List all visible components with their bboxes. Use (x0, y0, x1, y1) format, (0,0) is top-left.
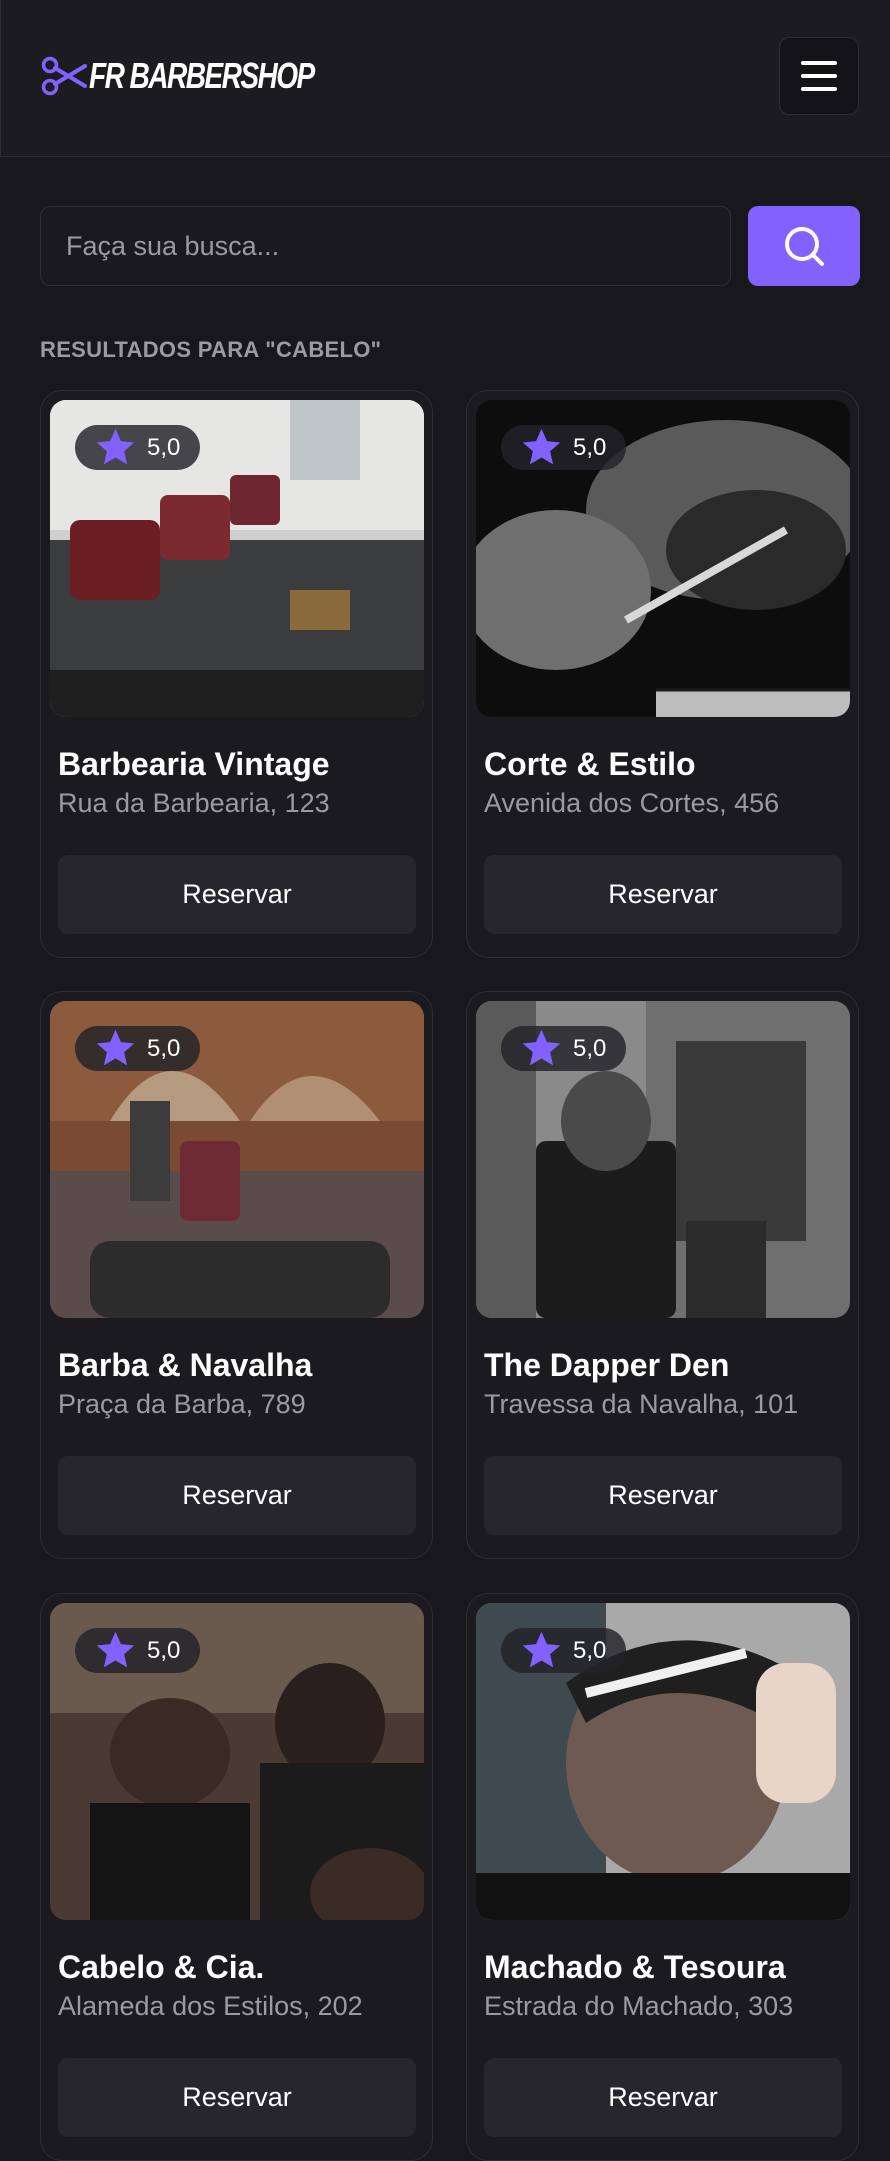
star-icon (96, 1631, 135, 1668)
barbershop-name: Barba & Navalha (58, 1347, 313, 1383)
barbershop-name: Machado & Tesoura (484, 1949, 786, 1985)
rating-badge: 5,0 (75, 1026, 201, 1071)
barbershop-card: 5,0 Barba & Navalha Praça da Barba, 789 … (40, 991, 433, 1559)
rating-value: 5,0 (147, 433, 181, 461)
reserve-button[interactable]: Reservar (484, 2058, 842, 2137)
barbershop-image[interactable]: 5,0 (50, 1001, 424, 1318)
barbershop-image[interactable]: 5,0 (476, 1001, 850, 1318)
scissors-icon (41, 56, 87, 96)
barbershop-name: Corte & Estilo (484, 746, 696, 782)
barbershop-name: Cabelo & Cia. (58, 1949, 265, 1985)
star-icon (96, 428, 135, 465)
rating-value: 5,0 (147, 1636, 181, 1664)
menu-button[interactable] (779, 37, 859, 115)
star-icon (522, 1631, 561, 1668)
barbershop-address: Alameda dos Estilos, 202 (58, 1991, 363, 2021)
barbershop-address: Travessa da Navalha, 101 (484, 1389, 799, 1419)
barbershop-image[interactable]: 5,0 (50, 1603, 424, 1920)
barbershop-card: 5,0 Machado & Tesoura Estrada do Machado… (466, 1593, 859, 2161)
barbershop-address: Praça da Barba, 789 (58, 1389, 306, 1419)
barbershop-card: 5,0 The Dapper Den Travessa da Navalha, … (466, 991, 859, 1559)
barbershop-name: The Dapper Den (484, 1347, 730, 1383)
rating-badge: 5,0 (501, 1628, 627, 1673)
rating-badge: 5,0 (75, 425, 201, 470)
search-icon (785, 227, 824, 266)
star-icon (522, 1029, 561, 1066)
app-header: FR BARBERSHOP (0, 0, 890, 157)
search-input[interactable] (40, 206, 731, 286)
barbershop-name: Barbearia Vintage (58, 746, 330, 782)
rating-badge: 5,0 (501, 425, 627, 470)
barbershop-address: Rua da Barbearia, 123 (58, 788, 330, 818)
barbershop-image[interactable]: 5,0 (476, 400, 850, 717)
results-title: RESULTADOS PARA "CABELO" (40, 337, 382, 362)
reserve-button[interactable]: Reservar (58, 2058, 416, 2137)
rating-value: 5,0 (573, 1034, 607, 1062)
rating-value: 5,0 (147, 1034, 181, 1062)
reserve-button[interactable]: Reservar (58, 1456, 416, 1535)
rating-badge: 5,0 (501, 1026, 627, 1071)
reserve-button[interactable]: Reservar (484, 1456, 842, 1535)
barbershop-card: 5,0 Cabelo & Cia. Alameda dos Estilos, 2… (40, 1593, 433, 2161)
logo[interactable]: FR BARBERSHOP (41, 54, 377, 98)
rating-value: 5,0 (573, 1636, 607, 1664)
barbershop-card: 5,0 Corte & Estilo Avenida dos Cortes, 4… (466, 390, 859, 958)
rating-badge: 5,0 (75, 1628, 201, 1673)
barbershop-card: 5,0 Barbearia Vintage Rua da Barbearia, … (40, 390, 433, 958)
barbershop-image[interactable]: 5,0 (476, 1603, 850, 1920)
barbershop-address: Avenida dos Cortes, 456 (484, 788, 780, 818)
star-icon (522, 428, 561, 465)
hamburger-menu-icon (801, 61, 837, 65)
reserve-button[interactable]: Reservar (484, 855, 842, 934)
logo-text: FR BARBERSHOP (89, 55, 315, 96)
star-icon (96, 1029, 135, 1066)
barbershop-address: Estrada do Machado, 303 (484, 1991, 794, 2021)
barbershop-image[interactable]: 5,0 (50, 400, 424, 717)
search-button[interactable] (748, 206, 860, 286)
reserve-button[interactable]: Reservar (58, 855, 416, 934)
rating-value: 5,0 (573, 433, 607, 461)
